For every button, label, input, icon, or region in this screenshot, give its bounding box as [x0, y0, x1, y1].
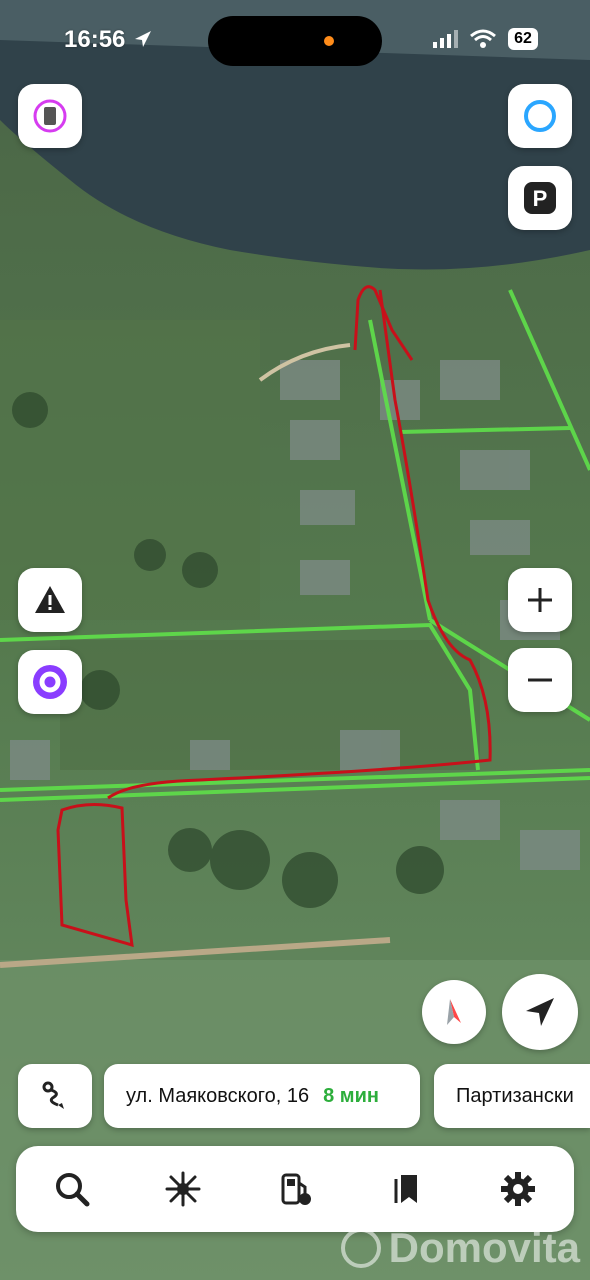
warning-triangle-icon	[35, 586, 65, 613]
status-icons: 62	[432, 28, 538, 50]
location-arrow-icon	[526, 998, 554, 1026]
route-chip-address: ул. Маяковского, 16	[126, 1084, 310, 1107]
alice-assistant-icon	[33, 665, 67, 699]
watermark-logo-icon	[340, 1228, 381, 1268]
zoom-out-button[interactable]	[508, 648, 572, 712]
status-bar: 16:56 62	[0, 0, 590, 80]
route-chip-destination-2[interactable]: Партизански	[434, 1064, 590, 1128]
parking-label: P	[533, 186, 548, 211]
route-chip-duration: 8 мин	[323, 1084, 379, 1107]
my-location-button[interactable]	[502, 974, 578, 1050]
tab-search[interactable]	[42, 1159, 102, 1219]
watermark-text: Domovita	[388, 1224, 580, 1271]
plus-icon	[528, 588, 552, 612]
compass-icon	[447, 999, 461, 1025]
alice-ring-button[interactable]	[508, 84, 572, 148]
discover-icon	[165, 1171, 201, 1207]
road-events-button[interactable]	[18, 568, 82, 632]
watermark: Domovita	[340, 1224, 580, 1272]
parking-button[interactable]: P	[508, 166, 572, 230]
compass-button[interactable]	[422, 980, 486, 1044]
cellular-signal-icon	[433, 30, 458, 48]
minus-icon	[528, 678, 552, 682]
fuel-icon	[281, 1173, 311, 1205]
dynamic-island	[208, 16, 382, 66]
profile-avatar-icon	[33, 99, 67, 133]
profile-button[interactable]	[18, 84, 82, 148]
parking-icon: P	[524, 182, 556, 214]
tab-discover[interactable]	[153, 1159, 213, 1219]
wifi-icon	[470, 29, 496, 48]
alice-assistant-button[interactable]	[18, 650, 82, 714]
alice-ring-icon	[524, 100, 556, 132]
location-arrow-icon	[135, 31, 152, 47]
route-options-button[interactable]	[18, 1064, 92, 1128]
bookmarks-icon	[394, 1175, 417, 1203]
status-time: 16:56	[64, 26, 154, 54]
privacy-indicator	[324, 36, 334, 46]
zoom-in-button[interactable]	[508, 568, 572, 632]
tab-bookmarks[interactable]	[377, 1159, 437, 1219]
tab-settings[interactable]	[488, 1159, 548, 1219]
route-chip-destination[interactable]: ул. Маяковского, 16 8 мин	[104, 1064, 420, 1128]
bottom-navigation	[16, 1146, 574, 1232]
settings-icon	[501, 1172, 536, 1206]
search-icon	[55, 1173, 90, 1207]
tab-fuel[interactable]	[265, 1159, 325, 1219]
route-chip-address-2: Партизански	[456, 1084, 574, 1107]
route-icon	[42, 1081, 64, 1109]
battery-indicator: 62	[508, 28, 538, 50]
